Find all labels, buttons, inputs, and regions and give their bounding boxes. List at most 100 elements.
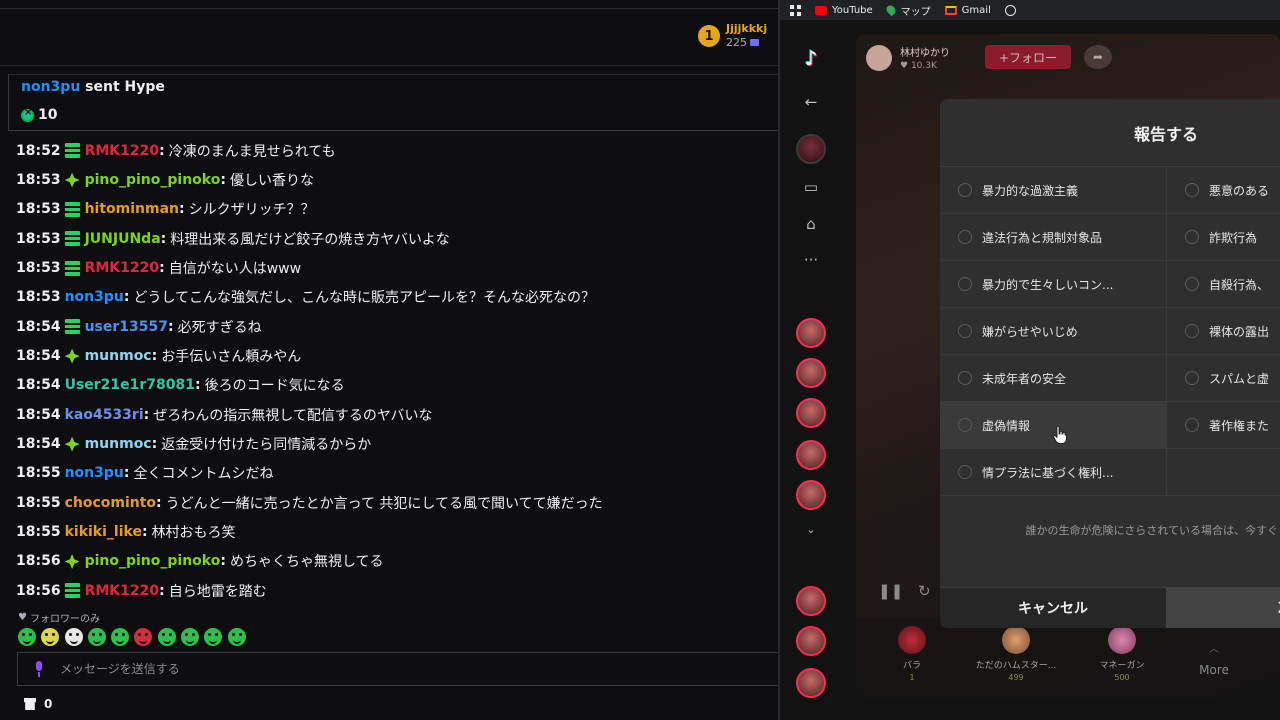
report-option[interactable]: 情プラ法に基づく権利... bbox=[940, 449, 1166, 496]
live-avatar[interactable] bbox=[796, 398, 826, 428]
radio-button[interactable] bbox=[1185, 230, 1199, 244]
subscriber-badge-icon[interactable] bbox=[64, 260, 80, 276]
more-gifts-button[interactable]: ︿ More bbox=[1166, 640, 1262, 677]
host-avatar[interactable] bbox=[866, 44, 892, 71]
emote-icon[interactable] bbox=[157, 628, 176, 646]
message-username[interactable]: RMK1220 bbox=[85, 260, 160, 276]
subscriber-badge-icon[interactable] bbox=[64, 583, 80, 599]
pause-icon[interactable]: ❚❚ bbox=[878, 582, 903, 600]
host-info[interactable]: 林村ゆかり ♥ 10.3K bbox=[866, 44, 950, 71]
report-option[interactable]: 悪意のある bbox=[1166, 167, 1280, 214]
message-username[interactable]: non3pu bbox=[65, 465, 124, 481]
message-username[interactable]: kikiki_like bbox=[65, 524, 142, 540]
message-username[interactable]: user13557 bbox=[85, 319, 168, 335]
live-avatar[interactable] bbox=[796, 440, 826, 470]
message-input[interactable] bbox=[60, 662, 660, 676]
hype-user[interactable]: non3pu bbox=[21, 79, 80, 95]
radio-button[interactable] bbox=[1185, 277, 1199, 291]
gift-item[interactable]: マネーガン 500 bbox=[1074, 626, 1170, 682]
message-username[interactable]: non3pu bbox=[65, 289, 124, 305]
report-option[interactable]: 嫌がらせやいじめ bbox=[940, 308, 1166, 355]
leaderboard-entry[interactable]: 1 Jjjjkkkj 225 bbox=[698, 20, 767, 52]
gem-badge-icon[interactable] bbox=[64, 553, 80, 569]
radio-button[interactable] bbox=[958, 277, 972, 291]
chat-input-box[interactable] bbox=[17, 652, 778, 686]
back-arrow-icon[interactable]: ← bbox=[801, 92, 821, 112]
subscriber-badge-icon[interactable] bbox=[64, 143, 80, 159]
cancel-button[interactable]: キャンセル bbox=[940, 587, 1166, 628]
report-option[interactable]: 裸体の露出 bbox=[1166, 308, 1280, 355]
follow-button[interactable]: +フォロー bbox=[985, 45, 1071, 69]
share-icon[interactable]: ➦ bbox=[1084, 45, 1112, 69]
live-avatar[interactable] bbox=[796, 480, 826, 510]
radio-button[interactable] bbox=[958, 418, 972, 432]
message-username[interactable]: RMK1220 bbox=[85, 583, 160, 599]
radio-button[interactable] bbox=[1185, 418, 1199, 432]
live-avatar[interactable] bbox=[796, 358, 826, 388]
radio-button[interactable] bbox=[958, 183, 972, 197]
video-camera-icon[interactable]: ▭ bbox=[801, 177, 821, 197]
emote-icon[interactable] bbox=[204, 628, 223, 646]
refresh-icon[interactable]: ↻ bbox=[918, 582, 931, 600]
message-username[interactable]: pino_pino_pinoko bbox=[85, 172, 221, 188]
radio-button[interactable] bbox=[958, 465, 972, 479]
apps-grid-icon[interactable] bbox=[790, 4, 801, 16]
emote-icon[interactable] bbox=[111, 628, 130, 646]
report-option[interactable]: 未成年者の安全 bbox=[940, 355, 1166, 402]
bookmark-youtube[interactable]: YouTube bbox=[815, 5, 873, 16]
subscriber-badge-icon[interactable] bbox=[64, 231, 80, 247]
emote-icon[interactable] bbox=[227, 628, 246, 646]
emote-icon[interactable] bbox=[181, 628, 200, 646]
channel-points[interactable]: 0 bbox=[24, 697, 52, 711]
radio-button[interactable] bbox=[1185, 183, 1199, 197]
mic-icon[interactable] bbox=[34, 661, 44, 677]
bookmark-maps[interactable]: マップ bbox=[884, 3, 931, 18]
report-option[interactable]: 詐欺行為 bbox=[1166, 214, 1280, 261]
message-username[interactable]: munmoc bbox=[85, 436, 152, 452]
bookmark-gmail[interactable]: Gmail bbox=[944, 5, 991, 16]
message-username[interactable]: kao4533ri bbox=[65, 407, 144, 423]
radio-button[interactable] bbox=[958, 324, 972, 338]
chevron-down-icon[interactable]: ⌄ bbox=[801, 520, 821, 540]
next-button[interactable]: 次 bbox=[1166, 587, 1280, 628]
message-username[interactable]: chocominto bbox=[65, 495, 156, 511]
gem-badge-icon[interactable] bbox=[64, 436, 80, 452]
live-avatar[interactable] bbox=[796, 318, 826, 348]
radio-button[interactable] bbox=[1185, 371, 1199, 385]
report-option[interactable]: 暴力的な過激主義 bbox=[940, 167, 1166, 214]
message-username[interactable]: munmoc bbox=[85, 348, 152, 364]
live-avatar[interactable] bbox=[796, 626, 826, 656]
radio-button[interactable] bbox=[1185, 324, 1199, 338]
radio-button[interactable] bbox=[958, 371, 972, 385]
message-username[interactable]: hitominman bbox=[85, 201, 179, 217]
emote-icon[interactable] bbox=[18, 628, 36, 646]
gift-item[interactable]: ただのハムスター... 499 bbox=[968, 626, 1064, 682]
more-dots-icon[interactable]: ··· bbox=[801, 250, 821, 270]
emote-icon[interactable] bbox=[87, 628, 106, 646]
gift-item[interactable]: バラ 1 bbox=[864, 626, 960, 682]
avatar[interactable] bbox=[796, 134, 826, 164]
message-username[interactable]: User21e1r78081 bbox=[65, 377, 195, 393]
report-option[interactable]: 著作権また bbox=[1166, 402, 1280, 449]
tiktok-logo-icon[interactable]: ♪ bbox=[800, 46, 822, 70]
message-username[interactable]: pino_pino_pinoko bbox=[85, 553, 221, 569]
gem-badge-icon[interactable] bbox=[64, 172, 80, 188]
report-option[interactable]: スパムと虚 bbox=[1166, 355, 1280, 402]
live-avatar[interactable] bbox=[796, 668, 826, 698]
report-option[interactable]: 暴力的で生々しいコン... bbox=[940, 261, 1166, 308]
emote-icon[interactable] bbox=[134, 628, 153, 646]
report-option[interactable]: 違法行為と規制対象品 bbox=[940, 214, 1166, 261]
message-username[interactable]: JUNJUNda bbox=[85, 231, 161, 247]
radio-button[interactable] bbox=[958, 230, 972, 244]
subscriber-badge-icon[interactable] bbox=[64, 201, 80, 217]
emote-icon[interactable] bbox=[41, 628, 60, 646]
store-icon[interactable] bbox=[24, 698, 36, 710]
emote-icon[interactable] bbox=[64, 628, 83, 646]
gem-badge-icon[interactable] bbox=[64, 348, 80, 364]
globe-icon[interactable] bbox=[1004, 4, 1016, 16]
live-avatar[interactable] bbox=[796, 586, 826, 616]
home-icon[interactable]: ⌂ bbox=[801, 214, 821, 234]
subscriber-badge-icon[interactable] bbox=[64, 319, 80, 335]
message-username[interactable]: RMK1220 bbox=[85, 143, 160, 159]
report-option[interactable]: 自殺行為、 bbox=[1166, 261, 1280, 308]
